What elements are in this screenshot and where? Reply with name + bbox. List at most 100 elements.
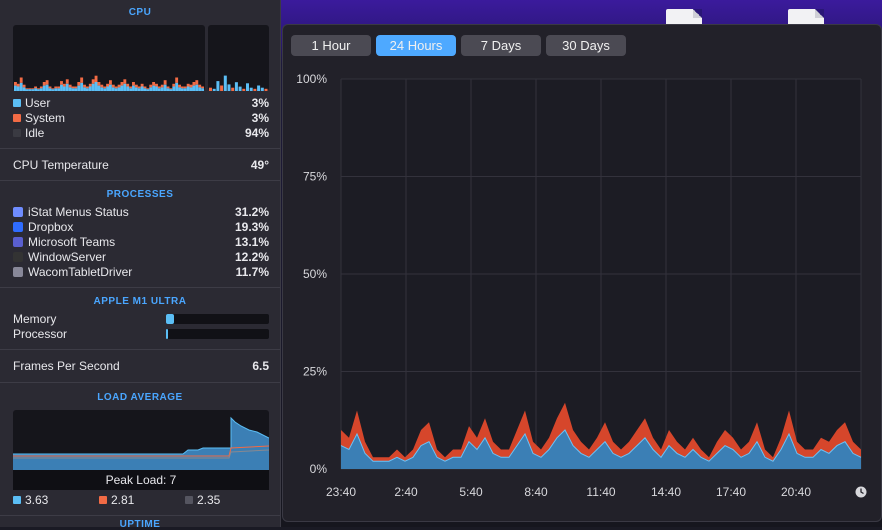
mini-graph-system-bar (186, 83, 190, 87)
process-row[interactable]: WacomTabletDriver 11.7% (13, 265, 269, 280)
mini-graph-system-bar (109, 80, 112, 85)
mini-graph-user-bar (91, 83, 95, 91)
y-tick-label: 100% (296, 72, 327, 86)
mini-graph-system-bar (74, 86, 78, 89)
mini-graph-user-bar (134, 87, 138, 91)
mini-graph-system-bar (45, 80, 49, 85)
mini-graph-user-bar (80, 82, 84, 91)
mini-graph-system-bar (178, 84, 181, 88)
cpu-idle-row: Idle 94% (13, 126, 269, 141)
mini-graph-system-bar (120, 82, 124, 86)
clock-icon[interactable] (855, 486, 867, 498)
mini-graph-system-bar (163, 80, 167, 85)
mini-graph-user-bar (85, 88, 89, 91)
mini-graph-system-bar (22, 84, 26, 88)
mini-graph-user-bar (180, 88, 184, 91)
mini-graph-user-bar (152, 85, 156, 91)
mini-graph-system-bar (114, 86, 118, 89)
mini-graph-system-bar (19, 77, 23, 83)
desktop-file-icon[interactable] (788, 9, 824, 25)
mini-graph-system-bar (57, 86, 61, 89)
mini-graph-user-bar (60, 84, 63, 91)
mini-graph-system-bar (180, 86, 184, 89)
mini-graph-system-bar (14, 82, 17, 86)
mini-graph-system-bar (157, 86, 161, 89)
process-row[interactable]: iStat Menus Status 31.2% (13, 205, 269, 220)
uptime-section-title: UPTIME (119, 519, 161, 530)
gpu-processor-bar (166, 329, 269, 339)
mini-graph-user-bar (100, 87, 104, 91)
mini-graph-system-bar (34, 86, 38, 89)
mini-graph-user-bar (117, 87, 121, 91)
fps-label: Frames Per Second (13, 359, 120, 373)
process-row[interactable]: Dropbox 19.3% (13, 220, 269, 235)
process-name: WacomTabletDriver (28, 265, 133, 279)
mini-graph-system-bar (65, 79, 69, 84)
mini-graph-bar (216, 81, 220, 91)
mini-graph-user-bar (169, 89, 173, 91)
mini-graph-system-bar (169, 88, 173, 90)
load-legend-swatch (99, 496, 107, 504)
mini-graph-user-bar (129, 88, 133, 91)
wacom-icon (13, 267, 23, 277)
mini-graph-user-bar (22, 87, 26, 91)
mini-graph-user-bar (57, 88, 61, 91)
desktop-file-icon[interactable] (666, 9, 702, 25)
cpu-section-title: CPU (128, 7, 152, 18)
cpu-system-label: System (25, 111, 66, 125)
process-row[interactable]: WindowServer 12.2% (13, 250, 269, 265)
process-cpu-value: 13.1% (234, 235, 269, 249)
process-row[interactable]: Microsoft Teams 13.1% (13, 235, 269, 250)
mini-graph-user-bar (201, 88, 204, 91)
mini-graph-bar (220, 85, 224, 91)
teams-icon (13, 237, 23, 247)
mini-graph-bar (242, 88, 246, 91)
mini-graph-system-bar (152, 82, 156, 86)
mini-graph-system-bar (123, 79, 127, 84)
mini-graph-system-bar (183, 86, 187, 89)
mini-graph-system-bar (94, 75, 98, 82)
mini-graph-user-bar (160, 87, 164, 91)
gpu-memory-bar-fill (166, 314, 175, 324)
mini-graph-system-bar (88, 83, 92, 87)
mini-graph-system-bar (172, 83, 176, 87)
mini-graph-system-bar (39, 86, 43, 89)
mini-graph-system-bar (54, 86, 58, 89)
mini-graph-bar (260, 87, 264, 91)
mini-graph-system-bar (25, 88, 29, 90)
load-value-text: 2.81 (111, 493, 135, 507)
mini-graph-system-bar (71, 86, 75, 89)
gpu-memory-label: Memory (13, 312, 57, 326)
mini-graph-system-bar (155, 83, 158, 87)
cpu-idle-label: Idle (25, 126, 45, 140)
mini-graph-system-bar (126, 83, 130, 87)
mini-graph-bar (234, 82, 238, 91)
mini-graph-user-bar (149, 87, 153, 91)
load-legend-swatch (185, 496, 193, 504)
mini-graph-system-bar (137, 86, 141, 89)
windowserver-icon (13, 252, 23, 262)
mini-graph-bar (227, 84, 231, 91)
mini-graph-user-bar (16, 86, 20, 91)
mini-graph-bar (223, 75, 227, 91)
mini-graph-user-bar (68, 87, 72, 91)
process-cpu-value: 12.2% (234, 250, 269, 264)
mini-graph-user-bar (198, 87, 202, 91)
peak-load-label: Peak Load: 7 (105, 473, 177, 487)
mini-graph-user-bar (132, 85, 135, 91)
cpu-temperature-value: 49° (250, 158, 269, 172)
x-tick-label: 23:40 (326, 485, 356, 499)
cpu-history-chart: 100% 75% 50% 25% 0% 23:40 2:40 5:40 8:40 11:40 14:… (296, 72, 867, 499)
mini-graph-system-bar (83, 84, 86, 88)
mini-graph-system-bar (129, 86, 133, 89)
mini-graph-user-bar (42, 85, 46, 91)
mini-graph-user-bar (54, 88, 58, 91)
mini-graph-user-bar (192, 85, 196, 91)
mini-graph-user-bar (19, 82, 23, 91)
mini-graph-system-bar (117, 84, 121, 88)
mini-graph-system-bar (37, 88, 40, 90)
mini-graph-user-bar (123, 83, 127, 91)
process-cpu-value: 19.3% (234, 220, 269, 234)
mini-graph-user-bar (39, 88, 43, 91)
x-tick-label: 20:40 (781, 485, 811, 499)
